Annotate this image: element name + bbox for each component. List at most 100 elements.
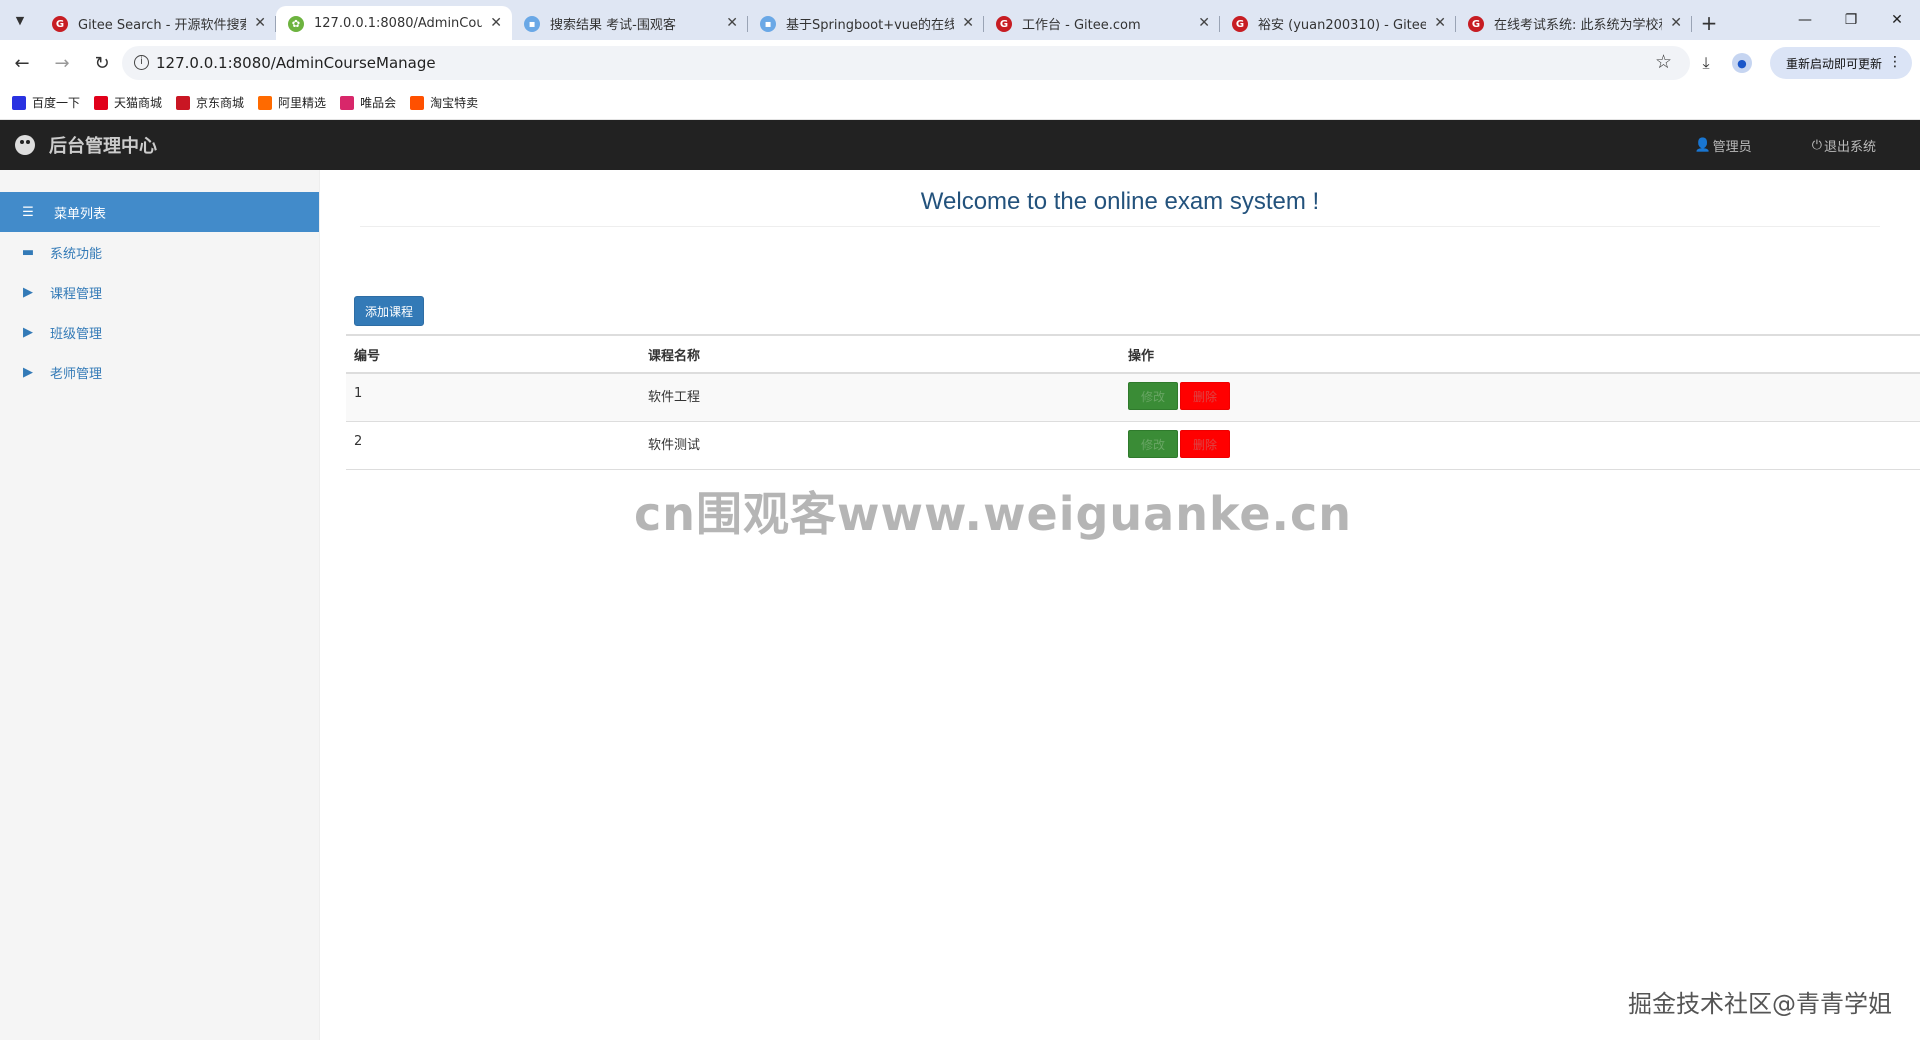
- welcome-title: Welcome to the online exam system !: [920, 188, 1320, 215]
- bookmark-item[interactable]: 百度一下: [12, 94, 80, 111]
- url-text: 127.0.0.1:8080/AdminCourseManage: [156, 54, 436, 72]
- briefcase-icon: ▬: [21, 244, 35, 260]
- bookmark-label: 淘宝特卖: [430, 96, 479, 110]
- update-button[interactable]: 重新启动即可更新 ⋮: [1769, 47, 1912, 79]
- gitee-icon: G: [996, 16, 1012, 32]
- browser-tab[interactable]: G Gitee Search - 开源软件搜索 ✕: [40, 6, 276, 40]
- bookmark-item[interactable]: 唯品会: [340, 94, 396, 111]
- leaf-icon: ✿: [288, 16, 304, 32]
- app-header: 后台管理中心 👤 管理员 ⏻ 退出系统: [0, 120, 1920, 170]
- sidebar-item-system[interactable]: ▬ 系统功能: [0, 232, 319, 272]
- browser-tab-strip: ▼ G Gitee Search - 开源软件搜索 ✕ ✿ 127.0.0.1:8080…: [0, 0, 1920, 40]
- tab-close-icon[interactable]: ✕: [1670, 15, 1682, 31]
- tab-search-icon[interactable]: ▼: [0, 0, 40, 40]
- bookmark-item[interactable]: 淘宝特卖: [410, 94, 478, 111]
- bookmark-label: 百度一下: [32, 96, 81, 110]
- browser-tab[interactable]: G 工作台 - Gitee.com ✕: [984, 6, 1220, 40]
- page-icon: ▪: [524, 16, 540, 32]
- update-label: 重新启动即可更新: [1785, 56, 1882, 71]
- baidu-icon: [12, 95, 26, 110]
- logout-link-label: 退出系统: [1823, 139, 1876, 155]
- browser-tab[interactable]: ▪ 基于Springboot+vue的在线考试 ✕: [748, 6, 984, 40]
- divider: [360, 226, 1880, 227]
- bookmark-item[interactable]: 阿里精选: [258, 94, 326, 111]
- cell-name: 软件工程: [640, 373, 1120, 422]
- browser-tab[interactable]: G 裕安 (yuan200310) - Gitee.com ✕: [1220, 6, 1456, 40]
- restore-icon[interactable]: ❐: [1828, 0, 1874, 40]
- triangle-right-icon: ▶: [23, 364, 33, 380]
- table-header-row: 编号 课程名称 操作: [346, 334, 1920, 374]
- browser-tab[interactable]: ▪ 搜索结果 考试-围观客 ✕: [512, 6, 748, 40]
- minimize-icon[interactable]: —: [1782, 0, 1828, 40]
- watermark: cn围观客www.weiguanke.cn: [634, 487, 1353, 541]
- bookmark-item[interactable]: 京东商城: [176, 94, 244, 111]
- tab-title: 搜索结果 考试-围观客: [550, 17, 676, 33]
- tab-close-icon[interactable]: ✕: [962, 15, 974, 31]
- add-course-button[interactable]: 添加课程: [354, 296, 425, 326]
- tab-title: 工作台 - Gitee.com: [1022, 17, 1141, 33]
- back-icon[interactable]: ←: [4, 45, 40, 81]
- tab-title: Gitee Search - 开源软件搜索: [78, 17, 246, 33]
- gitee-icon: G: [1468, 16, 1484, 32]
- jd-icon: [176, 95, 191, 110]
- browser-tab[interactable]: G 在线考试系统: 此系统为学校和 ✕: [1456, 6, 1692, 40]
- column-header-id: 编号: [346, 334, 640, 374]
- admin-link-label: 管理员: [1712, 139, 1752, 155]
- cell-actions: 修改 删除: [1120, 373, 1920, 422]
- bookmark-star-icon[interactable]: ☆: [1655, 51, 1672, 73]
- tmall-icon: [94, 95, 109, 110]
- table-row: 1 软件工程 修改 删除: [346, 373, 1920, 422]
- forward-icon[interactable]: →: [44, 45, 80, 81]
- user-icon: 👤: [1694, 137, 1711, 153]
- close-window-icon[interactable]: ✕: [1874, 0, 1920, 40]
- tab-close-icon[interactable]: ✕: [726, 15, 738, 31]
- tab-close-icon[interactable]: ✕: [254, 15, 266, 31]
- sidebar-item-teacher[interactable]: ▶ 老师管理: [0, 352, 319, 392]
- edit-button[interactable]: 修改: [1128, 429, 1179, 458]
- browser-tab[interactable]: ✿ 127.0.0.1:8080/AdminCourseManage ✕: [276, 6, 512, 40]
- sidebar-item-menu-list[interactable]: ☰ 菜单列表: [0, 192, 319, 232]
- sidebar-item-class[interactable]: ▶ 班级管理: [0, 312, 319, 352]
- main-content: Welcome to the online exam system ! 添加课程…: [320, 170, 1920, 1040]
- bookmark-label: 天猫商城: [114, 96, 163, 110]
- bookmark-label: 阿里精选: [278, 96, 327, 110]
- profile-button[interactable]: ●: [1724, 45, 1760, 81]
- tab-close-icon[interactable]: ✕: [490, 15, 502, 31]
- cell-id: 2: [346, 421, 640, 470]
- tab-title: 在线考试系统: 此系统为学校和: [1494, 17, 1662, 33]
- sidebar-item-label: 菜单列表: [54, 206, 107, 222]
- logo-icon: [15, 135, 35, 155]
- delete-button[interactable]: 删除: [1180, 429, 1231, 458]
- ali-icon: [258, 95, 273, 110]
- tab-close-icon[interactable]: ✕: [1434, 15, 1446, 31]
- logout-link[interactable]: ⏻ 退出系统: [1812, 136, 1876, 155]
- edit-button[interactable]: 修改: [1128, 382, 1179, 410]
- cell-id: 1: [346, 373, 640, 422]
- brand-title[interactable]: 后台管理中心: [49, 132, 157, 158]
- column-header-name: 课程名称: [640, 334, 1120, 374]
- course-table: 编号 课程名称 操作 1 软件工程 修改 删除 2 软件测试 修改 删除: [346, 334, 1920, 470]
- tab-title: 基于Springboot+vue的在线考试: [786, 17, 954, 33]
- triangle-right-icon: ▶: [23, 284, 33, 300]
- bookmark-label: 唯品会: [360, 96, 397, 110]
- more-icon[interactable]: ⋮: [1888, 54, 1902, 70]
- table-row: 2 软件测试 修改 删除: [346, 421, 1920, 470]
- sidebar: ☰ 菜单列表 ▬ 系统功能 ▶ 课程管理 ▶ 班级管理 ▶ 老师管理: [0, 170, 320, 1040]
- triangle-right-icon: ▶: [23, 324, 33, 340]
- delete-button[interactable]: 删除: [1180, 382, 1231, 410]
- site-info-icon[interactable]: i: [134, 55, 149, 70]
- sidebar-item-label: 班级管理: [50, 326, 103, 342]
- sidebar-item-label: 系统功能: [50, 246, 103, 262]
- new-tab-button[interactable]: +: [1692, 6, 1726, 40]
- address-bar[interactable]: i 127.0.0.1:8080/AdminCourseManage ☆: [122, 46, 1690, 80]
- cell-name: 软件测试: [640, 421, 1120, 470]
- browser-toolbar: ← → ↻ i 127.0.0.1:8080/AdminCourseManage…: [0, 40, 1920, 86]
- download-icon[interactable]: ⤓: [1688, 45, 1724, 81]
- admin-link[interactable]: 👤 管理员: [1694, 136, 1751, 155]
- reload-icon[interactable]: ↻: [84, 45, 120, 81]
- gitee-icon: G: [52, 16, 68, 32]
- gitee-icon: G: [1232, 16, 1248, 32]
- tab-close-icon[interactable]: ✕: [1198, 15, 1210, 31]
- bookmark-item[interactable]: 天猫商城: [94, 94, 162, 111]
- sidebar-item-course[interactable]: ▶ 课程管理: [0, 272, 319, 312]
